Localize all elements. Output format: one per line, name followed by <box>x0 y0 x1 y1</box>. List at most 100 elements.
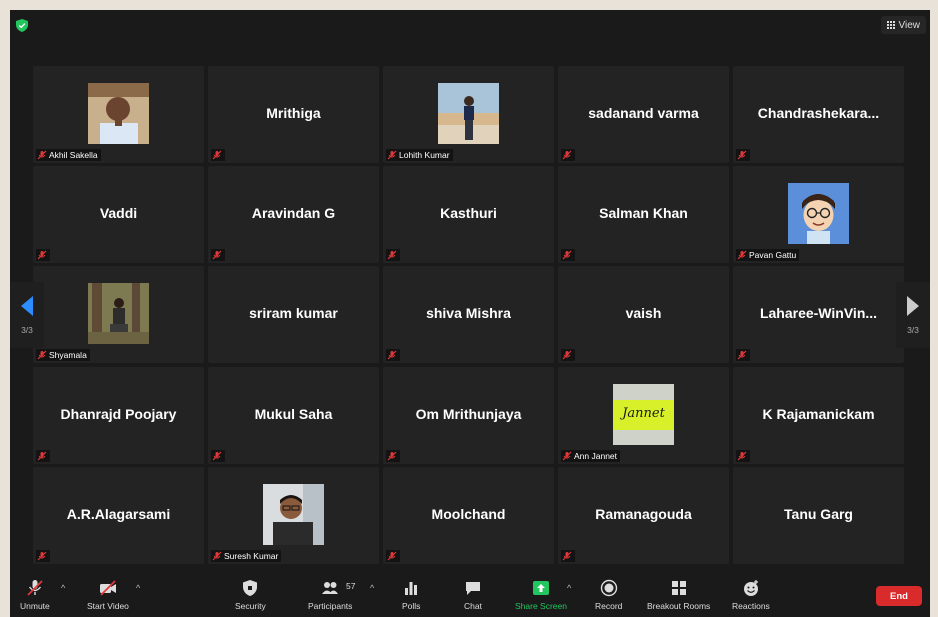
muted-mic-icon <box>37 150 47 160</box>
participant-tile[interactable]: K Rajamanickam <box>733 367 904 464</box>
participant-tile[interactable]: Ramanagouda <box>558 467 729 564</box>
participant-tile[interactable]: Salman Khan <box>558 166 729 263</box>
reactions-button[interactable]: Reactions <box>732 579 770 611</box>
record-icon <box>600 579 617 597</box>
muted-mic-icon <box>212 150 222 160</box>
arrow-left-icon <box>21 296 33 316</box>
participant-tile[interactable]: Jannet Ann Jannet <box>558 367 729 464</box>
previous-page-button[interactable]: 3/3 <box>10 282 44 348</box>
polls-label: Polls <box>402 601 421 611</box>
name-tag: Suresh Kumar <box>211 550 282 562</box>
participant-photo <box>438 83 499 144</box>
participant-name: Chandrashekara... <box>757 105 880 121</box>
record-button[interactable]: Record <box>595 579 622 611</box>
name-tag <box>386 249 400 261</box>
name-tag: Pavan Gattu <box>736 249 800 261</box>
participant-tile[interactable]: Shyamala <box>33 266 204 363</box>
participant-tile[interactable]: shiva Mishra <box>383 266 554 363</box>
muted-mic-icon <box>562 350 572 360</box>
reactions-label: Reactions <box>732 601 770 611</box>
participant-tile[interactable]: Mrithiga <box>208 66 379 163</box>
polls-button[interactable]: Polls <box>402 579 420 611</box>
participants-count: 57 <box>346 581 356 591</box>
avatar-text: Jannet <box>622 406 665 421</box>
participant-tile[interactable]: Mukul Saha <box>208 367 379 464</box>
muted-mic-icon <box>387 551 397 561</box>
security-button[interactable]: Security <box>235 579 266 611</box>
muted-mic-icon <box>212 250 222 260</box>
participant-tile[interactable]: Laharee-WinVin... <box>733 266 904 363</box>
participants-icon <box>322 582 339 594</box>
participant-photo <box>263 484 324 545</box>
participant-name: Tanu Garg <box>784 506 853 522</box>
meeting-window: View Akhil Sakella Mrithiga Lohith Kumar… <box>10 10 930 617</box>
participant-name: Salman Khan <box>599 205 688 221</box>
encryption-shield-icon[interactable] <box>16 19 28 32</box>
next-page-button[interactable]: 3/3 <box>896 282 930 348</box>
participant-tile[interactable]: Dhanrajd Poojary <box>33 367 204 464</box>
participant-tile[interactable]: Lohith Kumar <box>383 66 554 163</box>
muted-mic-icon <box>387 250 397 260</box>
share-screen-button[interactable]: Share Screen <box>515 579 567 611</box>
muted-mic-icon <box>562 451 572 461</box>
muted-mic-icon <box>37 250 47 260</box>
arrow-right-icon <box>907 296 919 316</box>
participant-tile[interactable]: Chandrashekara... <box>733 66 904 163</box>
unmute-button[interactable]: Unmute <box>20 579 50 611</box>
participant-name: vaish <box>625 305 662 321</box>
video-off-icon <box>99 580 116 596</box>
participant-tile[interactable]: Aravindan G <box>208 166 379 263</box>
share-screen-label: Share Screen <box>515 601 567 611</box>
audio-options-caret-icon[interactable]: ^ <box>61 583 65 593</box>
participant-tile[interactable]: Suresh Kumar <box>208 467 379 564</box>
view-button[interactable]: View <box>880 16 926 34</box>
participant-tile[interactable]: sriram kumar <box>208 266 379 363</box>
participant-tile[interactable]: Vaddi <box>33 166 204 263</box>
muted-mic-icon <box>737 250 747 260</box>
start-video-label: Start Video <box>87 601 129 611</box>
participants-caret-icon[interactable]: ^ <box>370 583 374 593</box>
muted-mic-icon <box>737 350 747 360</box>
record-label: Record <box>595 601 623 611</box>
participant-tile[interactable]: sadanand varma <box>558 66 729 163</box>
participant-tile[interactable]: Tanu Garg <box>733 467 904 564</box>
participant-name: Ann Jannet <box>574 451 618 461</box>
share-options-caret-icon[interactable]: ^ <box>567 583 571 593</box>
chat-button[interactable]: Chat <box>464 579 482 611</box>
participant-name: Mukul Saha <box>254 406 333 422</box>
end-meeting-button[interactable]: End <box>876 586 922 606</box>
participant-name: Pavan Gattu <box>749 250 797 260</box>
participant-tile[interactable]: Moolchand <box>383 467 554 564</box>
participant-name: Vaddi <box>99 205 138 221</box>
participant-name: Kasthuri <box>440 205 497 221</box>
start-video-button[interactable]: Start Video <box>87 579 129 611</box>
participant-name: A.R.Alagarsami <box>66 506 171 522</box>
video-options-caret-icon[interactable]: ^ <box>136 583 140 593</box>
participant-tile[interactable]: Om Mrithunjaya <box>383 367 554 464</box>
name-tag <box>386 349 400 361</box>
participant-name: K Rajamanickam <box>762 406 875 422</box>
participant-name: Aravindan G <box>251 205 336 221</box>
participant-name: shiva Mishra <box>426 305 511 321</box>
participant-tile[interactable]: Kasthuri <box>383 166 554 263</box>
participant-tile[interactable]: Pavan Gattu <box>733 166 904 263</box>
muted-mic-icon <box>37 350 47 360</box>
breakout-rooms-button[interactable]: Breakout Rooms <box>647 579 710 611</box>
participant-photo: Jannet <box>613 384 674 445</box>
participant-tile[interactable]: A.R.Alagarsami <box>33 467 204 564</box>
meeting-toolbar: Unmute ^ Start Video ^ Security Particip… <box>10 575 930 617</box>
participant-name: Suresh Kumar <box>224 551 279 561</box>
participant-name: Dhanrajd Poojary <box>60 406 177 422</box>
name-tag <box>561 249 575 261</box>
participant-name: Moolchand <box>431 506 506 522</box>
muted-mic-icon <box>387 451 397 461</box>
name-tag: Lohith Kumar <box>386 149 453 161</box>
muted-mic-icon <box>387 350 397 360</box>
participant-tile[interactable]: vaish <box>558 266 729 363</box>
participant-tile[interactable]: Akhil Sakella <box>33 66 204 163</box>
name-tag <box>386 450 400 462</box>
share-screen-icon <box>532 581 549 595</box>
name-tag <box>561 149 575 161</box>
name-tag <box>736 349 750 361</box>
participant-photo <box>88 83 149 144</box>
